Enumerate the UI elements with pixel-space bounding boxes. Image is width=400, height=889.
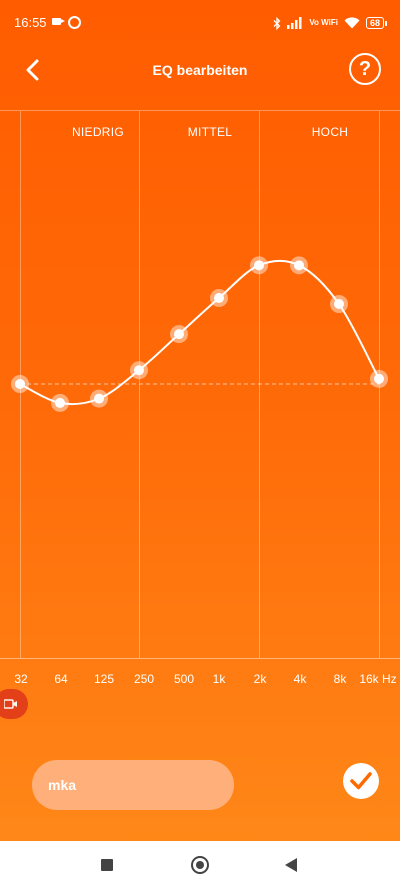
eq-editor-screen: 16:55 Vo WiFi 68 EQ bearbeiten ? NIEDRIG… xyxy=(0,0,400,889)
frequency-label: 8k xyxy=(333,672,347,686)
eq-handle-64[interactable] xyxy=(55,397,65,408)
screen-record-button[interactable] xyxy=(0,689,28,719)
eq-handle-16k Hz[interactable] xyxy=(374,373,384,384)
frequency-label: 250 xyxy=(133,672,155,686)
frequency-label: 2k xyxy=(253,672,267,686)
frequency-label: 16k Hz xyxy=(359,672,397,686)
frequency-label: 4k xyxy=(293,672,307,686)
eq-curve-graph[interactable] xyxy=(0,0,400,700)
frequency-label: 500 xyxy=(173,672,195,686)
frequency-label: 64 xyxy=(54,672,68,686)
confirm-button[interactable] xyxy=(343,763,379,799)
eq-handle-250[interactable] xyxy=(134,365,144,376)
frequency-label: 1k xyxy=(212,672,226,686)
eq-handle-32[interactable] xyxy=(15,379,25,389)
eq-handles xyxy=(11,256,388,412)
home-button[interactable] xyxy=(191,856,209,874)
checkmark-icon xyxy=(350,772,372,790)
preset-name-input[interactable] xyxy=(32,760,234,810)
eq-handle-125[interactable] xyxy=(94,393,104,404)
eq-handle-2k[interactable] xyxy=(254,260,264,271)
eq-handle-4k[interactable] xyxy=(294,260,304,271)
eq-curve xyxy=(19,259,380,406)
frequency-label: 32 xyxy=(14,672,28,686)
video-record-icon xyxy=(4,699,17,709)
frequency-label: 125 xyxy=(93,672,115,686)
eq-handle-8k[interactable] xyxy=(334,299,344,310)
system-nav-bar xyxy=(0,841,400,889)
nav-back-button[interactable] xyxy=(285,858,297,872)
eq-handle-500[interactable] xyxy=(174,329,184,340)
eq-handle-1k[interactable] xyxy=(214,293,224,303)
recents-button[interactable] xyxy=(101,859,113,871)
